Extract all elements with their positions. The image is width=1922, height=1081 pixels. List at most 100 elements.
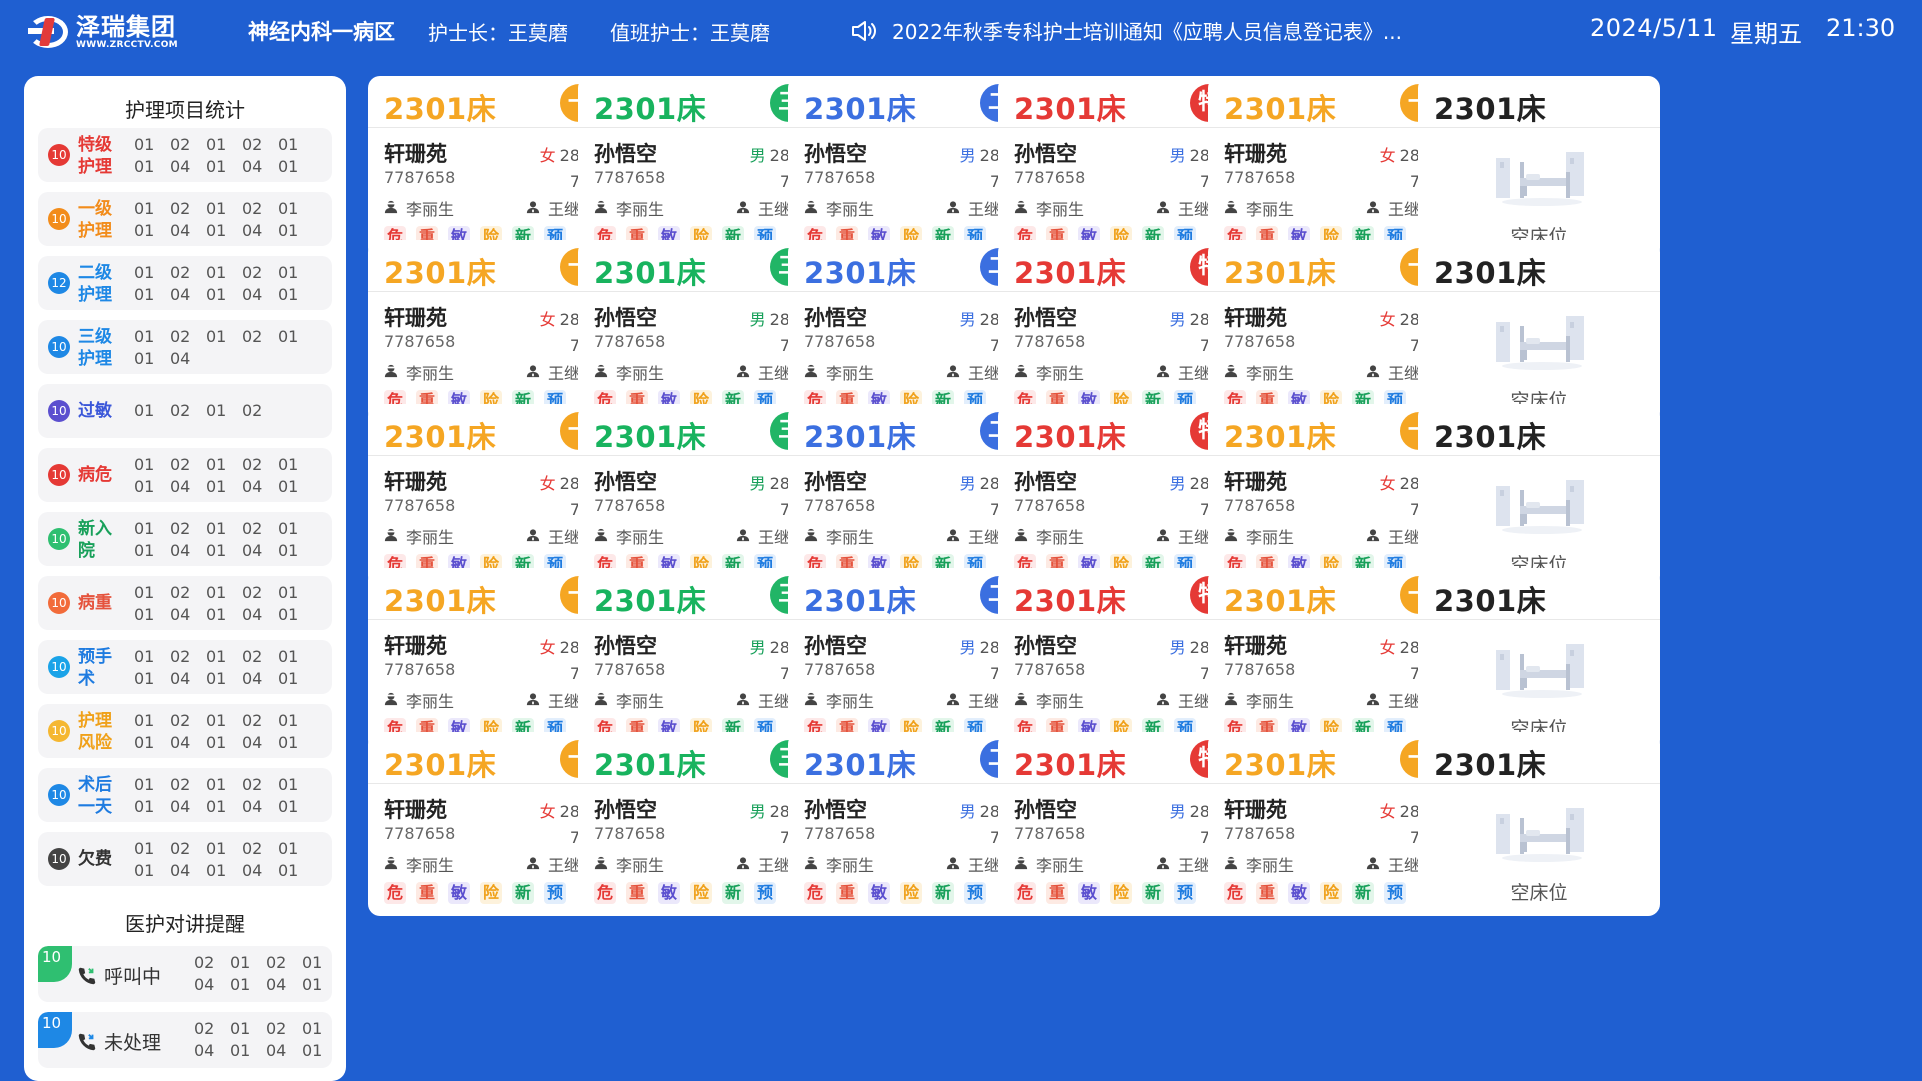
bed-card[interactable]: 2301床一轩珊苑女28岁77876587天李丽生王继阳危重敏险新预	[1208, 568, 1450, 752]
bed-number[interactable]: 02	[242, 326, 278, 348]
bed-number[interactable]: 02	[266, 1018, 302, 1040]
bed-number[interactable]: 01	[134, 134, 170, 156]
bed-number[interactable]: 01	[206, 400, 242, 422]
bed-number[interactable]: 02	[170, 326, 206, 348]
stat-item[interactable]: 10 病危 01 02 01 02 01 01 04 01 04 01	[38, 448, 332, 502]
bed-number[interactable]: 01	[278, 838, 314, 860]
empty-bed-card[interactable]: 2301床 空床位	[1418, 76, 1660, 260]
bed-number[interactable]: 01	[206, 198, 242, 220]
stat-item[interactable]: 10 欠费 01 02 01 02 01 01 04 01 04 01	[38, 832, 332, 886]
bed-card[interactable]: 2301床特孙悟空男28岁77876587天李丽生王继阳危重敏险新预	[998, 404, 1240, 588]
bed-card[interactable]: 2301床二孙悟空男28岁77876587天李丽生王继阳危重敏险新预	[788, 568, 1030, 752]
notice-bar[interactable]: 2022年秋季专科护士培训通知《应聘人员信息登记表》...	[850, 16, 1402, 45]
bed-number[interactable]: 04	[242, 156, 278, 178]
bed-card[interactable]: 2301床一轩珊苑女28岁77876587天李丽生王继阳危重敏险新预	[368, 732, 610, 916]
bed-number[interactable]: 01	[278, 582, 314, 604]
bed-number[interactable]: 04	[242, 476, 278, 498]
bed-number[interactable]: 01	[206, 796, 242, 818]
bed-card[interactable]: 2301床一轩珊苑女28岁77876587天李丽生王继阳危重敏险新预	[1208, 240, 1450, 424]
bed-number[interactable]: 02	[242, 262, 278, 284]
bed-number[interactable]: 04	[170, 604, 206, 626]
bed-number[interactable]: 01	[134, 518, 170, 540]
bed-number[interactable]: 01	[134, 220, 170, 242]
bed-number[interactable]: 01	[278, 668, 314, 690]
bed-card[interactable]: 2301床二孙悟空男28岁77876587天李丽生王继阳危重敏险新预	[788, 76, 1030, 260]
bed-number[interactable]: 04	[170, 156, 206, 178]
bed-number[interactable]: 01	[206, 220, 242, 242]
bed-card[interactable]: 2301床三孙悟空男28岁77876587天李丽生王继阳危重敏险新预	[578, 404, 820, 588]
bed-number[interactable]: 02	[170, 838, 206, 860]
bed-number[interactable]: 01	[206, 156, 242, 178]
bed-number[interactable]: 01	[302, 1018, 332, 1040]
bed-number[interactable]: 01	[278, 284, 314, 306]
bed-number[interactable]: 01	[278, 710, 314, 732]
stat-item[interactable]: 10 预手术 01 02 01 02 01 01 04 01 04 01	[38, 640, 332, 694]
bed-card[interactable]: 2301床一轩珊苑女28岁77876587天李丽生王继阳危重敏险新预	[368, 240, 610, 424]
bed-number[interactable]: 01	[278, 220, 314, 242]
bed-number[interactable]: 02	[170, 774, 206, 796]
stat-item[interactable]: 10 术后 一天 01 02 01 02 01 01 04 01 04 01	[38, 768, 332, 822]
bed-number[interactable]: 01	[278, 540, 314, 562]
bed-card[interactable]: 2301床三孙悟空男28岁77876587天李丽生王继阳危重敏险新预	[578, 568, 820, 752]
bed-number[interactable]: 01	[134, 540, 170, 562]
bed-number[interactable]: 01	[278, 604, 314, 626]
bed-number[interactable]: 01	[206, 646, 242, 668]
bed-number[interactable]: 01	[230, 1040, 266, 1062]
bed-number[interactable]: 01	[134, 476, 170, 498]
bed-number[interactable]: 01	[206, 476, 242, 498]
stat-item[interactable]: 10 特级 护理 01 02 01 02 01 01 04 01 04 01	[38, 128, 332, 182]
bed-number[interactable]: 02	[170, 198, 206, 220]
bed-number[interactable]: 02	[242, 400, 278, 422]
bed-number[interactable]: 01	[134, 860, 170, 882]
bed-number[interactable]: 01	[302, 1040, 332, 1062]
bed-card[interactable]: 2301床一轩珊苑女28岁77876587天李丽生王继阳危重敏险新预	[368, 76, 610, 260]
bed-number[interactable]: 02	[170, 646, 206, 668]
bed-number[interactable]: 04	[242, 732, 278, 754]
bed-number[interactable]: 01	[206, 710, 242, 732]
bed-number[interactable]: 01	[302, 952, 332, 974]
bed-number[interactable]: 02	[194, 952, 230, 974]
bed-card[interactable]: 2301床一轩珊苑女28岁77876587天李丽生王继阳危重敏险新预	[1208, 404, 1450, 588]
bed-card[interactable]: 2301床特孙悟空男28岁77876587天李丽生王继阳危重敏险新预	[998, 568, 1240, 752]
bed-number[interactable]: 01	[278, 454, 314, 476]
bed-number[interactable]: 04	[242, 284, 278, 306]
stat-item[interactable]: 10 护理 风险 01 02 01 02 01 01 04 01 04 01	[38, 704, 332, 758]
bed-number[interactable]: 04	[170, 348, 206, 370]
bed-number[interactable]: 02	[242, 518, 278, 540]
bed-number[interactable]: 02	[242, 646, 278, 668]
bed-card[interactable]: 2301床一轩珊苑女28岁77876587天李丽生王继阳危重敏险新预	[1208, 732, 1450, 916]
bed-number[interactable]: 01	[206, 668, 242, 690]
bed-number[interactable]: 04	[170, 860, 206, 882]
bed-number[interactable]: 01	[134, 198, 170, 220]
bed-number[interactable]: 01	[278, 134, 314, 156]
bed-number[interactable]: 04	[170, 540, 206, 562]
bed-number[interactable]: 01	[230, 974, 266, 996]
empty-bed-card[interactable]: 2301床 空床位	[1418, 732, 1660, 916]
bed-number[interactable]: 01	[134, 774, 170, 796]
bed-number[interactable]: 01	[206, 838, 242, 860]
bed-card[interactable]: 2301床二孙悟空男28岁77876587天李丽生王继阳危重敏险新预	[788, 732, 1030, 916]
bed-number[interactable]: 01	[134, 668, 170, 690]
stat-item[interactable]: 10 病重 01 02 01 02 01 01 04 01 04 01	[38, 576, 332, 630]
bed-number[interactable]: 01	[134, 156, 170, 178]
bed-number[interactable]: 04	[170, 796, 206, 818]
bed-number[interactable]: 04	[170, 668, 206, 690]
bed-number[interactable]: 02	[170, 710, 206, 732]
bed-number[interactable]: 02	[194, 1018, 230, 1040]
bed-number[interactable]: 04	[170, 220, 206, 242]
bed-number[interactable]: 02	[242, 198, 278, 220]
bed-number[interactable]: 01	[278, 326, 314, 348]
bed-number[interactable]: 02	[242, 710, 278, 732]
bed-card[interactable]: 2301床二孙悟空男28岁77876587天李丽生王继阳危重敏险新预	[788, 240, 1030, 424]
bed-number[interactable]: 01	[206, 860, 242, 882]
bed-card[interactable]: 2301床特孙悟空男28岁77876587天李丽生王继阳危重敏险新预	[998, 240, 1240, 424]
bed-card[interactable]: 2301床三孙悟空男28岁77876587天李丽生王继阳危重敏险新预	[578, 240, 820, 424]
bed-number[interactable]: 01	[206, 604, 242, 626]
bed-number[interactable]: 02	[242, 774, 278, 796]
bed-number[interactable]: 01	[134, 582, 170, 604]
bed-number[interactable]: 01	[278, 198, 314, 220]
bed-number[interactable]: 01	[206, 454, 242, 476]
bed-number[interactable]: 04	[194, 1040, 230, 1062]
bed-number[interactable]: 01	[206, 284, 242, 306]
bed-number[interactable]: 02	[170, 454, 206, 476]
